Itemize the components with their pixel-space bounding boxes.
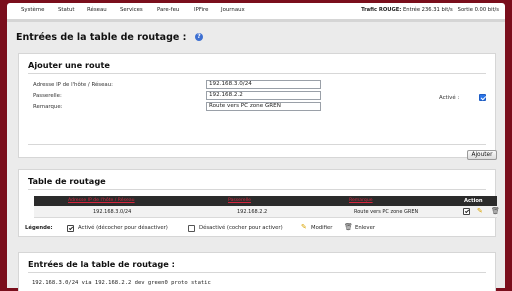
trash-icon[interactable]: 🗑 — [491, 208, 500, 215]
column-ip[interactable]: Adresse IP de l'hôte / Réseau — [68, 198, 135, 203]
menu-pare-feu[interactable]: Pare-feu — [157, 7, 179, 13]
route-entries-panel: Entrées de la table de routage : 192.168… — [18, 252, 496, 291]
menu-statut[interactable]: Statut — [58, 7, 74, 13]
top-menu-bar: Système Statut Réseau Services Pare-feu … — [7, 3, 505, 19]
row-remark: Route vers PC zone GREN — [354, 209, 419, 215]
row-gateway: 192.168.2.2 — [237, 209, 268, 215]
menu-systeme[interactable]: Système — [21, 7, 44, 13]
legend-unchecked-icon — [188, 225, 195, 232]
menu-reseau[interactable]: Réseau — [87, 7, 107, 13]
legend-remove: Enlever — [355, 225, 376, 231]
traffic-in: Entrée 236.31 bit/s — [403, 7, 453, 13]
menu-ipfire[interactable]: IPFire — [194, 7, 208, 13]
legend-edit-icon: ✎ — [301, 223, 307, 231]
column-gateway[interactable]: Passerelle — [228, 198, 251, 203]
active-checkbox[interactable] — [479, 94, 486, 101]
legend: Légende: — [25, 225, 53, 231]
route-entries-title: Entrées de la table de routage : — [28, 259, 175, 269]
legend-trash-icon: 🗑 — [344, 223, 353, 231]
row-toggle-checkbox[interactable] — [463, 208, 470, 215]
legend-checked-icon — [67, 225, 74, 232]
row-ip: 192.168.3.0/24 — [93, 209, 132, 215]
routing-table-title: Table de routage — [28, 176, 106, 186]
ip-label: Adresse IP de l'hôte / Réseau: — [33, 82, 113, 88]
main-content: Entrées de la table de routage : ? Ajout… — [7, 22, 505, 291]
table-row: 192.168.3.0/24 192.168.2.2 Route vers PC… — [34, 206, 500, 218]
traffic-label: Trafic ROUGE: — [361, 7, 402, 13]
page-title: Entrées de la table de routage : — [16, 32, 187, 43]
legend-active: Activé (décocher pour désactiver) — [78, 225, 168, 231]
add-route-panel: Ajouter une route Adresse IP de l'hôte /… — [18, 53, 497, 160]
legend-inactive: Désactivé (cocher pour activer) — [199, 225, 283, 231]
add-button[interactable]: Ajouter — [467, 150, 497, 160]
menu-journaux[interactable]: Journaux — [221, 7, 245, 13]
traffic-indicator: Trafic ROUGE: Entrée 236.31 bit/s Sortie… — [361, 7, 499, 13]
ip-input[interactable]: 192.168.3.0/24 — [206, 80, 321, 89]
edit-pencil-icon[interactable]: ✎ — [477, 208, 483, 215]
divider — [28, 189, 486, 190]
column-action: Action — [464, 198, 483, 204]
column-remark[interactable]: Remarque — [349, 198, 373, 203]
routing-table-panel: Table de routage Adresse IP de l'hôte / … — [18, 169, 500, 237]
gateway-label: Passerelle: — [33, 93, 62, 99]
gateway-input[interactable]: 192.168.2.2 — [206, 91, 321, 100]
route-entry-line: 192.168.3.0/24 via 192.168.2.2 dev green… — [32, 280, 211, 286]
legend-label: Légende: — [25, 225, 53, 231]
menu-services[interactable]: Services — [120, 7, 143, 13]
divider — [28, 272, 486, 273]
active-label: Activé : — [439, 95, 460, 101]
table-header: Adresse IP de l'hôte / Réseau Passerelle… — [34, 196, 497, 206]
divider — [28, 73, 486, 74]
help-icon[interactable]: ? — [195, 33, 203, 41]
legend-edit: Modifier — [311, 225, 333, 231]
remark-input[interactable]: Route vers PC zone GREN — [206, 102, 321, 111]
divider — [28, 144, 486, 145]
traffic-out: Sortie 0.00 bit/s — [457, 7, 499, 13]
remark-label: Remarque: — [33, 104, 63, 110]
add-route-title: Ajouter une route — [28, 60, 110, 70]
